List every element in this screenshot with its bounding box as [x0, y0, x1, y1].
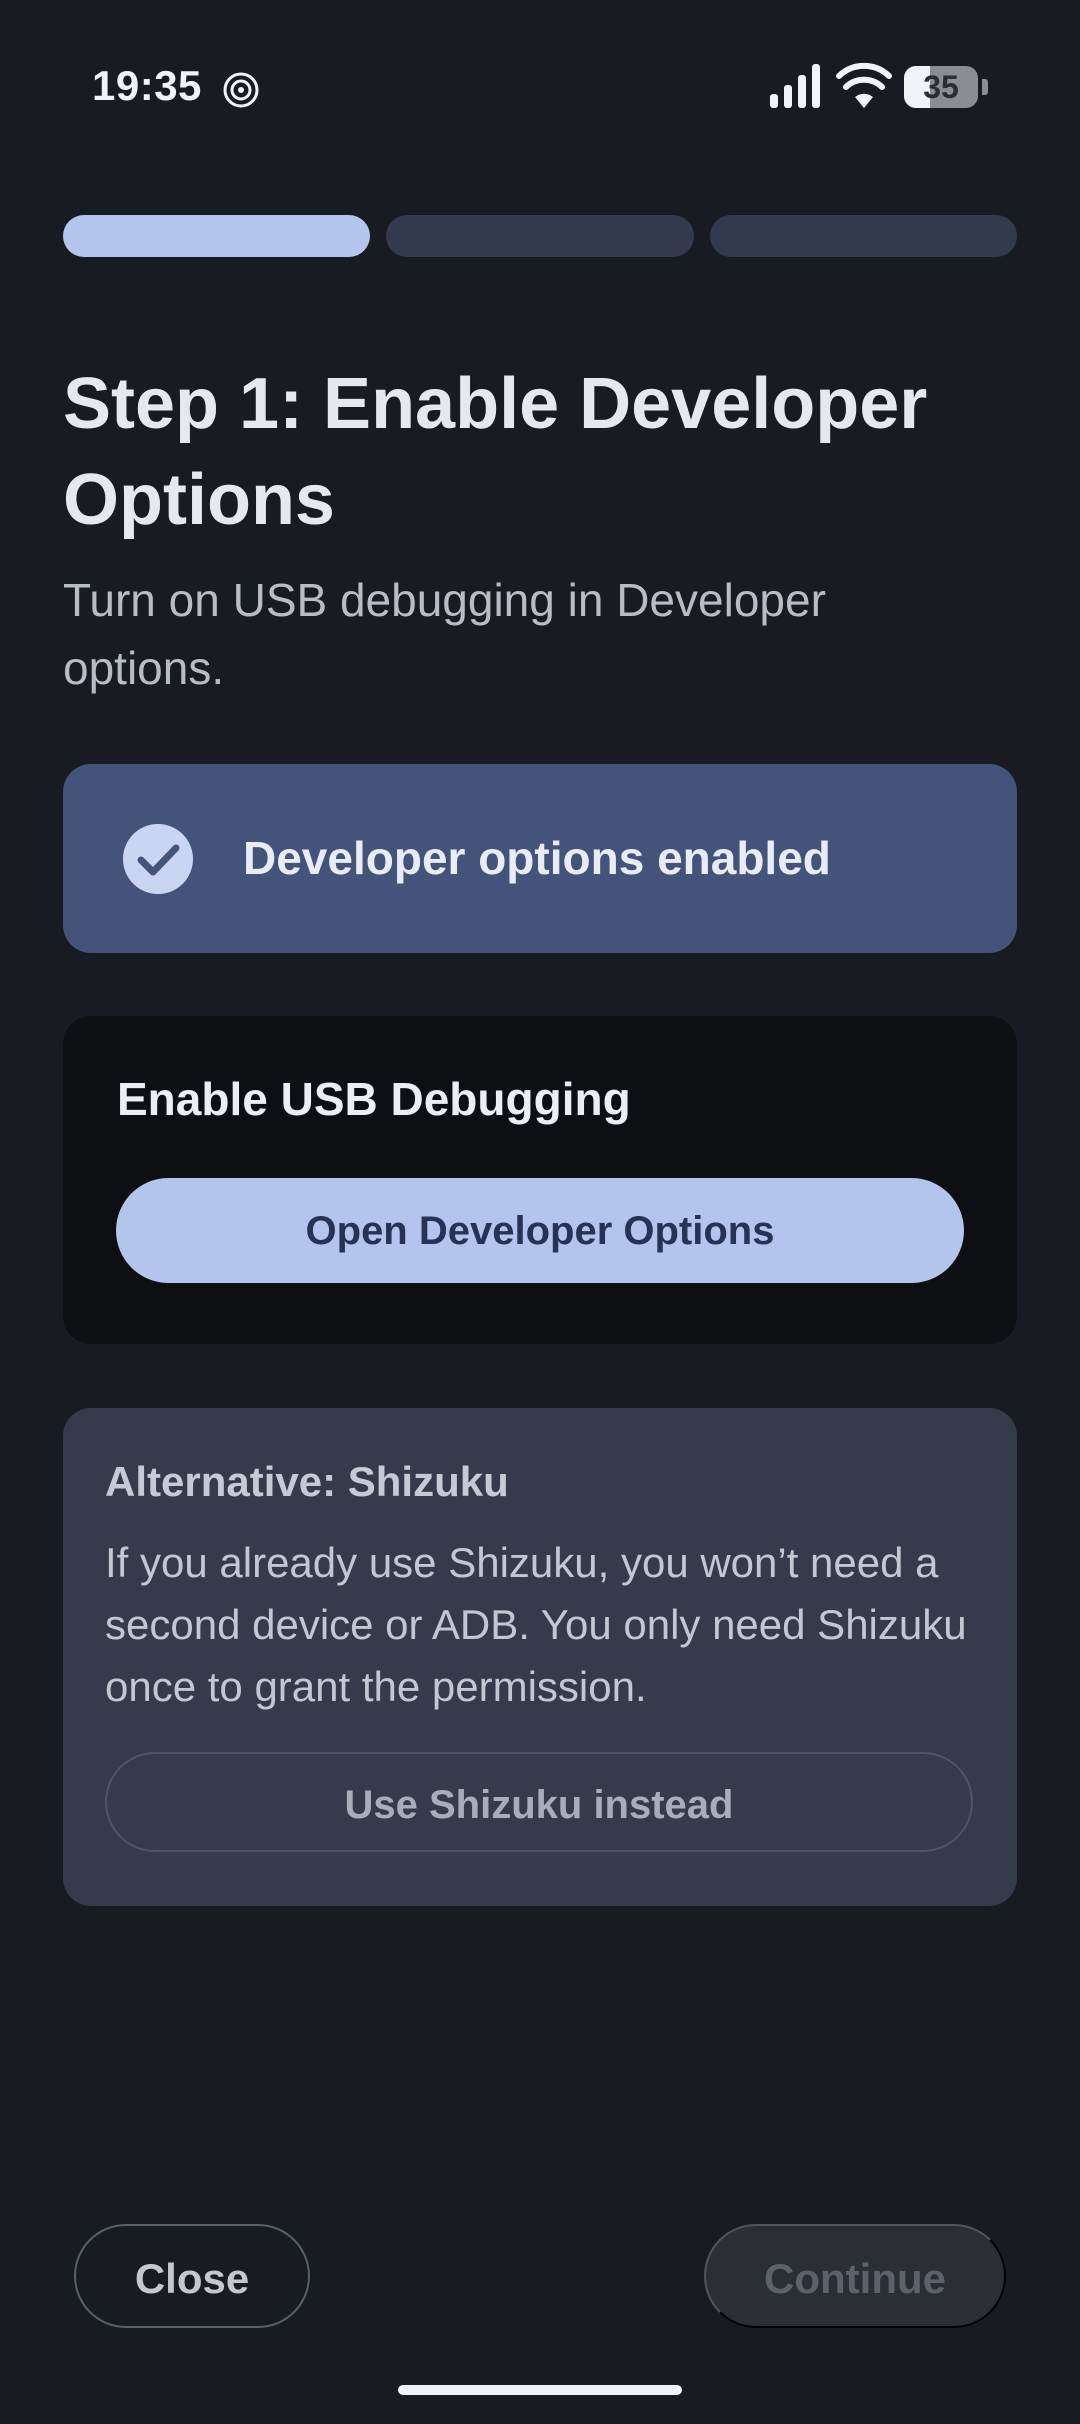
battery-icon: 35: [904, 66, 988, 108]
shizuku-alternative-card: Alternative: Shizuku If you already use …: [63, 1408, 1017, 1906]
usb-debugging-card: Enable USB Debugging Open Developer Opti…: [63, 1016, 1017, 1344]
status-bar: 19:35 35: [0, 0, 1080, 175]
home-indicator[interactable]: [398, 2385, 682, 2395]
use-shizuku-button[interactable]: Use Shizuku instead: [105, 1752, 973, 1852]
spiral-icon: [223, 72, 259, 108]
status-time: 19:35: [92, 62, 202, 109]
battery-level: 35: [923, 69, 959, 105]
shizuku-description: If you already use Shizuku, you won’t ne…: [105, 1539, 967, 1710]
page-subtitle: Turn on USB debugging in Developer optio…: [63, 574, 826, 694]
continue-button[interactable]: Continue: [704, 2224, 1006, 2328]
developer-options-status-label: Developer options enabled: [243, 832, 831, 884]
progress-segment-2: [386, 215, 694, 257]
setup-screen: 19:35 35 Step 1: Enable Developer Option…: [0, 0, 1080, 2424]
page-title: Step 1: Enable Developer Options: [63, 364, 928, 540]
wifi-icon: [836, 62, 892, 108]
progress-segment-1: [63, 215, 371, 257]
open-developer-options-button[interactable]: Open Developer Options: [116, 1178, 964, 1283]
step-progress: [63, 215, 1017, 257]
check-circle-icon: [123, 824, 193, 894]
progress-segment-3: [709, 215, 1017, 257]
close-button[interactable]: Close: [74, 2224, 310, 2328]
developer-options-status-card: Developer options enabled: [63, 764, 1017, 953]
signal-icon: [770, 64, 820, 108]
usb-debugging-title: Enable USB Debugging: [117, 1073, 631, 1125]
shizuku-title: Alternative: Shizuku: [105, 1458, 509, 1505]
